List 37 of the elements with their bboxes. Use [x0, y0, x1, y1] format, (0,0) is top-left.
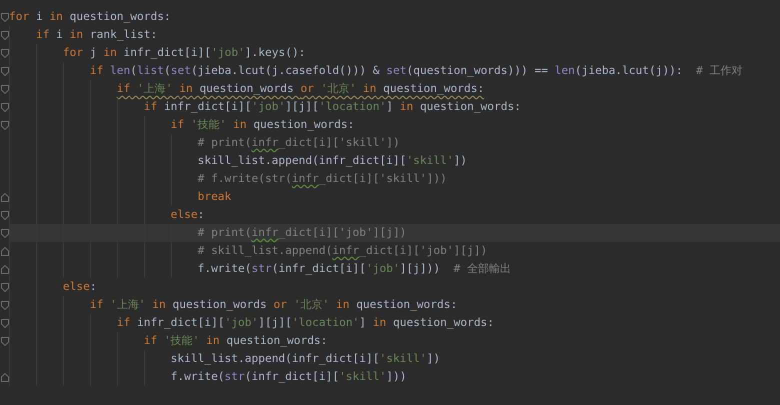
code-line: if '技能' in question_words:	[9, 116, 780, 134]
code-line: skill_list.append(infr_dict[i]['skill'])	[9, 152, 780, 170]
code-line: if len(list(set(jieba.lcut(j.casefold())) & set(question_words))) == len(jieba.lcut(j)): # 工作对	[9, 62, 780, 80]
fold-end-icon[interactable]	[0, 264, 8, 274]
code-line: # print(infr_dict[i]['skill'])	[9, 134, 780, 152]
fold-icon[interactable]	[0, 66, 8, 76]
fold-icon[interactable]	[0, 336, 8, 346]
fold-icon[interactable]	[0, 48, 8, 58]
fold-icon[interactable]	[0, 282, 8, 292]
code-line: if infr_dict[i]['job'][j]['location'] in question_words:	[9, 314, 780, 332]
code-line: if '上海' in question_words or '北京' in question_words:	[9, 80, 780, 98]
code-line: # skill_list.append(infr_dict[i]['job'][j])	[9, 242, 780, 260]
code-line: skill_list.append(infr_dict[i]['skill'])	[9, 350, 780, 368]
code-line: f.write(str(infr_dict[i]['skill']))	[9, 368, 780, 386]
fold-end-icon[interactable]	[0, 372, 8, 382]
fold-icon[interactable]	[0, 318, 8, 328]
fold-icon[interactable]	[0, 210, 8, 220]
fold-icon[interactable]	[0, 12, 8, 22]
code-line: if i in rank_list:	[9, 26, 780, 44]
fold-icon[interactable]	[0, 84, 8, 94]
code-line: if infr_dict[i]['job'][j]['location'] in question_words:	[9, 98, 780, 116]
fold-icon[interactable]	[0, 120, 8, 130]
fold-end-icon[interactable]	[0, 192, 8, 202]
fold-icon[interactable]	[0, 30, 8, 40]
code-line: else:	[9, 206, 780, 224]
code-line: break	[9, 188, 780, 206]
code-line: # f.write(str(infr_dict[i]['skill']))	[9, 170, 780, 188]
code-line: else:	[9, 278, 780, 296]
code-line: for j in infr_dict[i]['job'].keys():	[9, 44, 780, 62]
fold-icon[interactable]	[0, 228, 8, 238]
code-line: if '上海' in question_words or '北京' in question_words:	[9, 296, 780, 314]
code-line: for i in question_words:	[9, 9, 172, 25]
code-line: if '技能' in question_words:	[9, 332, 780, 350]
fold-icon[interactable]	[0, 102, 8, 112]
code-line: f.write(str(infr_dict[i]['job'][j])) # 全部輸出	[9, 260, 780, 278]
fold-end-icon[interactable]	[0, 246, 8, 256]
fold-icon[interactable]	[0, 300, 8, 310]
